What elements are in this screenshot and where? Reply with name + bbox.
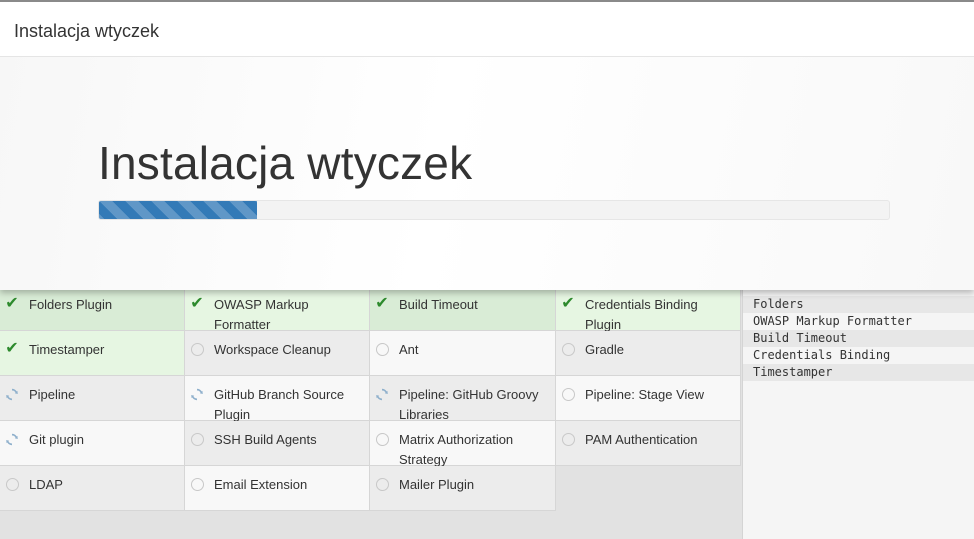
hero-section: Instalacja wtyczek (0, 57, 974, 290)
plugin-item: Workspace Cleanup (185, 331, 370, 376)
log-line: Folders (743, 296, 974, 313)
plugin-name: Email Extension (214, 477, 308, 492)
log-line: Build Timeout (743, 330, 974, 347)
refresh-icon (190, 387, 204, 401)
plugin-item: Pipeline: GitHub Groovy Libraries (370, 376, 556, 422)
plugin-item: Email Extension (185, 466, 370, 511)
plugin-name: Ant (399, 342, 419, 357)
circle-icon (375, 342, 389, 356)
dialog-header-title: Instalacja wtyczek (14, 21, 160, 41)
check-icon: ✔ (190, 295, 204, 312)
circle-icon (190, 477, 204, 491)
plugin-item: ✔ Timestamper (0, 331, 185, 376)
check-icon: ✔ (375, 295, 389, 312)
plugin-item: Gradle (556, 331, 741, 376)
log-line: Credentials Binding (753, 348, 891, 362)
circle-icon (561, 432, 575, 446)
circle-icon (561, 387, 575, 401)
plugin-item: PAM Authentication (556, 421, 741, 466)
plugin-item: LDAP (0, 466, 185, 511)
plugin-name: Matrix Authorization Strategy (399, 432, 514, 467)
plugin-item: Mailer Plugin (370, 466, 556, 511)
plugin-name: PAM Authentication (585, 432, 698, 447)
check-icon: ✔ (5, 340, 19, 357)
log-line: Timestamper (743, 364, 974, 381)
plugin-name: SSH Build Agents (214, 432, 317, 447)
plugin-name: Workspace Cleanup (214, 342, 331, 357)
plugin-name: Gradle (585, 342, 625, 357)
hero-title: Instalacja wtyczek (98, 137, 473, 189)
refresh-icon (375, 387, 389, 401)
plugin-name: Pipeline: GitHub Groovy Libraries (399, 387, 539, 422)
plugin-item: Matrix Authorization Strategy (370, 421, 556, 467)
plugin-item: GitHub Branch Source Plugin (185, 376, 370, 422)
plugin-item: SSH Build Agents (185, 421, 370, 466)
plugin-grid: ✔ Folders Plugin ✔ OWASP Markup Formatter ✔ B… (0, 286, 741, 511)
plugin-name: LDAP (29, 477, 63, 492)
plugin-name: Pipeline: Stage View (585, 387, 705, 402)
plugin-item: ✔ OWASP Markup Formatter (185, 286, 370, 332)
plugin-name: OWASP Markup Formatter (214, 297, 309, 332)
circle-icon (375, 477, 389, 491)
plugin-item: ✔ Folders Plugin (0, 286, 185, 331)
plugin-name: Git plugin (29, 432, 84, 447)
refresh-icon (5, 432, 19, 446)
plugin-name: GitHub Branch Source Plugin (214, 387, 345, 422)
plugin-item: Git plugin (0, 421, 185, 466)
setup-wizard: ✔ Folders Plugin ✔ OWASP Markup Formatter ✔ B… (0, 0, 974, 539)
circle-icon (190, 342, 204, 356)
check-icon: ✔ (561, 295, 575, 312)
plugin-name: Credentials Binding Plugin (585, 297, 698, 332)
plugin-item: ✔ Build Timeout (370, 286, 556, 331)
circle-icon (561, 342, 575, 356)
plugin-item: Ant (370, 331, 556, 376)
plugin-item: Pipeline: Stage View (556, 376, 741, 421)
circle-icon (375, 432, 389, 446)
plugin-name: Folders Plugin (29, 297, 113, 312)
install-progress-bar (98, 200, 890, 220)
plugin-name: Mailer Plugin (399, 477, 475, 492)
circle-icon (190, 432, 204, 446)
install-dialog: Instalacja wtyczek Instalacja wtyczek (0, 0, 974, 290)
log-line: OWASP Markup Formatter (753, 314, 912, 328)
install-progress-fill (99, 201, 257, 219)
refresh-icon (5, 387, 19, 401)
install-log-panel: Folders OWASP Markup Formatter Build Timeo… (742, 286, 974, 539)
circle-icon (5, 477, 19, 491)
plugin-item: ✔ Credentials Binding Plugin (556, 286, 741, 332)
check-icon: ✔ (5, 295, 19, 312)
plugin-item: Pipeline (0, 376, 185, 421)
plugin-name: Build Timeout (399, 297, 478, 312)
plugin-name: Pipeline (29, 387, 76, 402)
dialog-header: Instalacja wtyczek (0, 2, 974, 57)
plugin-name: Timestamper (29, 342, 105, 357)
